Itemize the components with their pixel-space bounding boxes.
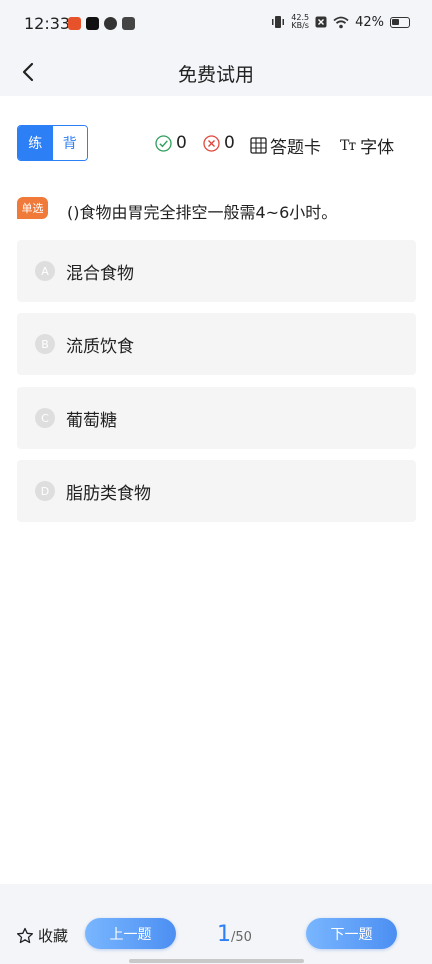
inbox-icon <box>122 17 135 30</box>
app-notification-icon <box>68 17 81 30</box>
mode-practice-tab[interactable]: 练 <box>18 126 53 160</box>
option-a[interactable]: A 混合食物 <box>17 240 416 302</box>
answer-card-label: 答题卡 <box>270 138 321 158</box>
bottom-bar: 收藏 上一题 1 /50 下一题 <box>0 884 432 964</box>
tiktok-icon <box>86 17 99 30</box>
status-right: 42.5 KB/s 42% <box>271 14 410 30</box>
current-page: 1 <box>217 922 231 947</box>
correct-stat: 0 <box>155 133 187 153</box>
option-c[interactable]: C 葡萄糖 <box>17 387 416 449</box>
option-text: 脂肪类食物 <box>66 483 151 504</box>
option-text: 流质饮食 <box>66 336 134 357</box>
favorite-label: 收藏 <box>38 927 69 945</box>
page-title: 免费试用 <box>177 64 254 86</box>
link-icon <box>104 17 117 30</box>
notification-icons <box>68 17 135 30</box>
wrong-stat: 0 <box>203 133 235 153</box>
option-b[interactable]: B 流质饮食 <box>17 313 416 375</box>
option-letter: B <box>35 334 55 354</box>
prev-question-button[interactable]: 上一题 <box>85 918 176 949</box>
mode-toggle: 练 背 <box>17 125 88 161</box>
option-letter: C <box>35 408 55 428</box>
battery-percent: 42% <box>355 14 384 30</box>
wrong-count: 0 <box>224 133 235 153</box>
grid-icon <box>250 137 267 154</box>
total-pages: /50 <box>231 930 252 945</box>
question-text: ()食物由胃完全排空一般需4~6小时。 <box>67 203 338 222</box>
favorite-button[interactable]: 收藏 <box>16 925 68 946</box>
wrong-x-icon <box>203 134 220 152</box>
mode-recite-tab[interactable]: 背 <box>52 126 87 160</box>
net-speed-unit: KB/s <box>291 21 309 30</box>
option-text: 混合食物 <box>66 263 134 284</box>
font-label: 字体 <box>360 138 395 158</box>
font-button[interactable]: Tт 字体 <box>340 133 395 159</box>
question-type-tag: 单选 <box>17 197 48 219</box>
sim-off-icon <box>315 16 327 28</box>
wifi-icon <box>333 16 349 28</box>
option-text: 葡萄糖 <box>66 410 117 431</box>
option-d[interactable]: D 脂肪类食物 <box>17 460 416 522</box>
star-icon <box>16 927 34 943</box>
page-indicator: 1 /50 <box>217 922 252 947</box>
status-time: 12:33 <box>24 14 71 33</box>
correct-check-icon <box>155 134 172 152</box>
net-speed: 42.5 KB/s <box>291 14 309 30</box>
home-indicator[interactable] <box>129 959 304 963</box>
option-letter: A <box>35 261 55 281</box>
next-question-button[interactable]: 下一题 <box>306 918 397 949</box>
status-bar: 12:33 42.5 KB/s 42% <box>0 0 432 50</box>
nav-bar: 免费试用 <box>0 50 432 96</box>
font-size-icon: Tт <box>340 137 356 154</box>
option-letter: D <box>35 481 55 501</box>
battery-icon <box>390 16 410 28</box>
vibrate-icon <box>272 16 285 28</box>
correct-count: 0 <box>176 133 187 153</box>
answer-card-button[interactable]: 答题卡 <box>250 133 321 158</box>
